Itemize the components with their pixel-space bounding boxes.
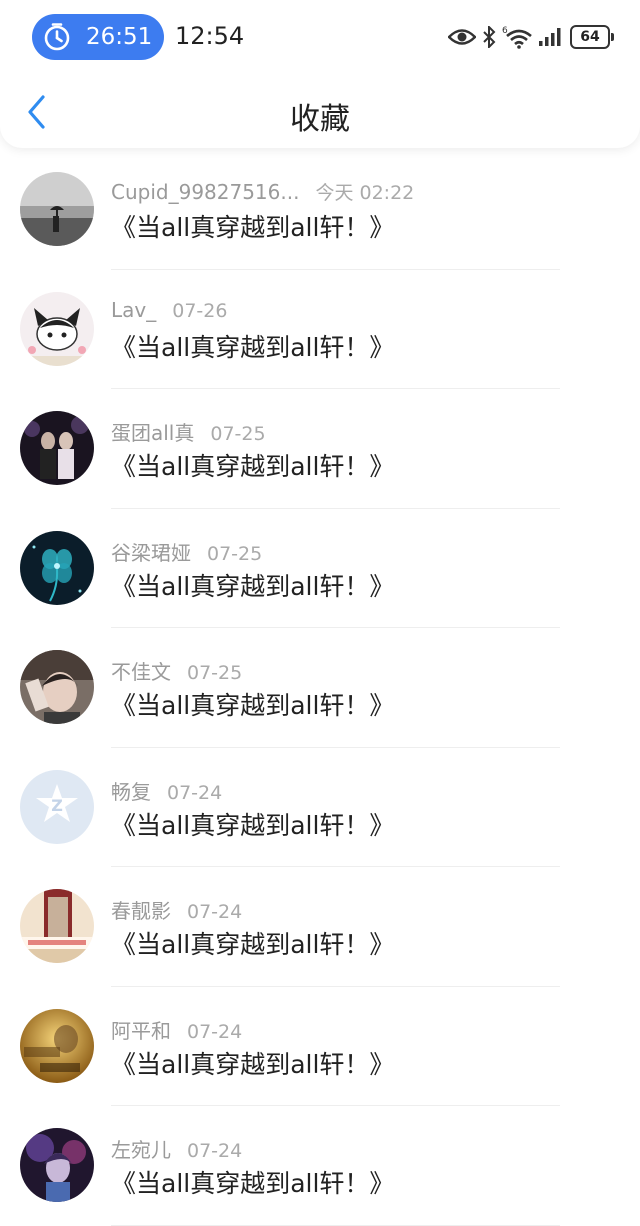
clock: 12:54 bbox=[175, 22, 245, 50]
divider bbox=[111, 1224, 560, 1226]
item-meta: Lav_ 07-26 bbox=[111, 298, 227, 322]
system-icons: 6 64 bbox=[448, 22, 614, 52]
avatar[interactable] bbox=[20, 530, 94, 605]
username[interactable]: 左宛儿 bbox=[111, 1138, 171, 1162]
list-item[interactable]: 左宛儿 07-24 《当all真穿越到all轩！》 bbox=[0, 1106, 640, 1226]
default-avatar[interactable]: Z bbox=[20, 769, 94, 844]
avatar[interactable] bbox=[20, 1128, 94, 1202]
username[interactable]: 春靓影 bbox=[111, 899, 171, 923]
timestamp: 07-24 bbox=[187, 901, 243, 923]
eye-icon bbox=[448, 29, 476, 45]
list-item[interactable]: Z 畅复 07-24 《当all真穿越到all轩！》 bbox=[0, 748, 640, 867]
favorites-list: Cupid_99827516... 今天 02:22 《当all真穿越到all轩！… bbox=[0, 150, 640, 1226]
avatar[interactable] bbox=[20, 889, 94, 963]
item-title[interactable]: 《当all真穿越到all轩！》 bbox=[111, 447, 394, 483]
item-meta: 阿平和 07-24 bbox=[111, 1015, 242, 1044]
avatar[interactable] bbox=[20, 650, 94, 724]
svg-text:Z: Z bbox=[51, 796, 63, 815]
item-meta: Cupid_99827516... 今天 02:22 bbox=[111, 178, 414, 205]
timer-text: 26:51 bbox=[86, 24, 153, 50]
item-meta: 谷梁珺娅 07-25 bbox=[111, 537, 262, 566]
avatar[interactable] bbox=[20, 291, 94, 366]
item-meta: 畅复 07-24 bbox=[111, 776, 222, 805]
avatar[interactable] bbox=[20, 1008, 94, 1083]
avatar[interactable] bbox=[20, 172, 94, 246]
list-item[interactable]: Cupid_99827516... 今天 02:22 《当all真穿越到all轩！… bbox=[0, 150, 640, 270]
timestamp: 07-25 bbox=[210, 423, 266, 445]
item-title[interactable]: 《当all真穿越到all轩！》 bbox=[111, 806, 394, 842]
status-bar: 26:51 12:54 6 64 bbox=[0, 0, 640, 74]
item-title[interactable]: 《当all真穿越到all轩！》 bbox=[111, 1045, 394, 1081]
list-item[interactable]: 蛋团all真 07-25 《当all真穿越到all轩！》 bbox=[0, 389, 640, 509]
item-title[interactable]: 《当all真穿越到all轩！》 bbox=[111, 567, 394, 603]
item-title[interactable]: 《当all真穿越到all轩！》 bbox=[111, 1164, 394, 1200]
username[interactable]: Lav_ bbox=[111, 298, 156, 322]
timestamp: 07-24 bbox=[167, 781, 223, 804]
item-meta: 不佳文 07-25 bbox=[111, 656, 242, 685]
item-title[interactable]: 《当all真穿越到all轩！》 bbox=[111, 686, 394, 722]
username[interactable]: 畅复 bbox=[111, 780, 151, 804]
timer-pill[interactable]: 26:51 bbox=[32, 14, 164, 60]
list-item[interactable]: Lav_ 07-26 《当all真穿越到all轩！》 bbox=[0, 270, 640, 389]
username[interactable]: 蛋团all真 bbox=[111, 421, 194, 445]
page-title: 收藏 bbox=[290, 102, 350, 137]
list-item[interactable]: 谷梁珺娅 07-25 《当all真穿越到all轩！》 bbox=[0, 509, 640, 628]
header: 收藏 bbox=[0, 74, 640, 148]
timestamp: 07-25 bbox=[187, 662, 243, 684]
item-meta: 蛋团all真 07-25 bbox=[111, 417, 266, 446]
item-title[interactable]: 《当all真穿越到all轩！》 bbox=[111, 208, 394, 244]
username[interactable]: 不佳文 bbox=[111, 660, 171, 684]
wifi-icon: 6 bbox=[502, 26, 532, 49]
item-meta: 春靓影 07-24 bbox=[111, 895, 242, 924]
signal-icon bbox=[539, 28, 561, 46]
item-title[interactable]: 《当all真穿越到all轩！》 bbox=[111, 328, 394, 364]
top-bar: 26:51 12:54 6 64 收藏 bbox=[0, 0, 640, 148]
item-title[interactable]: 《当all真穿越到all轩！》 bbox=[111, 925, 394, 961]
timestamp: 07-24 bbox=[187, 1140, 243, 1162]
list-item[interactable]: 春靓影 07-24 《当all真穿越到all轩！》 bbox=[0, 867, 640, 987]
timestamp: 07-25 bbox=[207, 542, 263, 565]
timer-icon bbox=[44, 23, 70, 51]
username[interactable]: Cupid_99827516... bbox=[111, 180, 299, 204]
bluetooth-icon bbox=[483, 26, 496, 48]
timestamp: 07-26 bbox=[172, 299, 228, 322]
list-item[interactable]: 阿平和 07-24 《当all真穿越到all轩！》 bbox=[0, 987, 640, 1106]
timestamp: 今天 02:22 bbox=[315, 182, 415, 204]
username[interactable]: 阿平和 bbox=[111, 1019, 171, 1043]
list-item[interactable]: 不佳文 07-25 《当all真穿越到all轩！》 bbox=[0, 628, 640, 748]
username[interactable]: 谷梁珺娅 bbox=[111, 541, 191, 565]
timestamp: 07-24 bbox=[187, 1020, 243, 1043]
battery-icon: 64 bbox=[570, 25, 614, 49]
item-meta: 左宛儿 07-24 bbox=[111, 1134, 242, 1163]
avatar[interactable] bbox=[20, 411, 94, 485]
